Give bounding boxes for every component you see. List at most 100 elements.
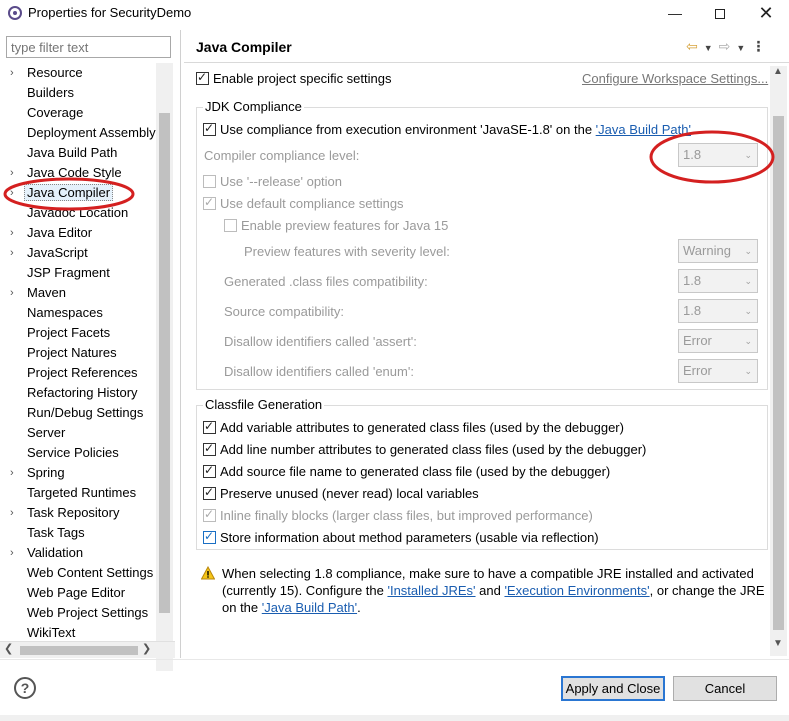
- tree-item-label: Java Code Style: [27, 165, 122, 180]
- tree-item[interactable]: Server: [0, 423, 156, 443]
- tree-item[interactable]: Web Content Settings: [0, 563, 156, 583]
- scroll-down-arrow-icon[interactable]: ▼: [773, 638, 783, 649]
- source-compat-select[interactable]: 1.8 ⌄: [678, 299, 758, 323]
- checkbox-icon[interactable]: [203, 419, 216, 434]
- checkbox-icon[interactable]: [203, 529, 216, 544]
- tree-item[interactable]: JSP Fragment: [0, 263, 156, 283]
- close-button[interactable]: ✕: [743, 0, 789, 26]
- checkbox-icon[interactable]: [196, 70, 209, 85]
- back-arrow-icon[interactable]: ⇦: [686, 38, 698, 55]
- tree-item[interactable]: Builders: [0, 83, 156, 103]
- release-option-checkbox[interactable]: Use '--release' option: [203, 174, 342, 189]
- apply-and-close-button[interactable]: Apply and Close: [561, 676, 665, 701]
- compliance-level-select[interactable]: 1.8 ⌄: [678, 143, 758, 167]
- java-build-path-link[interactable]: 'Java Build Path': [596, 122, 691, 137]
- left-panel: › Resource Builders Coverage Deployment Asse…: [0, 30, 175, 671]
- tree-item-label: Builders: [27, 85, 74, 100]
- forward-arrow-icon[interactable]: ⇨: [719, 38, 731, 55]
- checkbox-icon[interactable]: [203, 507, 216, 522]
- chevron-right-icon[interactable]: ›: [10, 183, 14, 203]
- tree-item[interactable]: Web Page Editor: [0, 583, 156, 603]
- class-compat-select[interactable]: 1.8 ⌄: [678, 269, 758, 293]
- tree-item[interactable]: › Maven: [0, 283, 156, 303]
- scroll-left-arrow-icon[interactable]: ❮: [4, 642, 13, 655]
- variable-attributes-checkbox[interactable]: Add variable attributes to generated cla…: [203, 419, 624, 435]
- tree-item[interactable]: Web Project Settings: [0, 603, 156, 623]
- use-compliance-checkbox[interactable]: Use compliance from execution environmen…: [203, 121, 691, 137]
- scroll-thumb[interactable]: [773, 116, 784, 630]
- checkbox-icon[interactable]: [224, 219, 237, 232]
- preview-severity-select[interactable]: Warning ⌄: [678, 239, 758, 263]
- execution-environments-link[interactable]: 'Execution Environments': [504, 583, 649, 598]
- filter-input[interactable]: [6, 36, 171, 58]
- tree-item[interactable]: › Java Code Style: [0, 163, 156, 183]
- tree-item[interactable]: › Validation: [0, 543, 156, 563]
- checkbox-icon[interactable]: [203, 195, 216, 210]
- page-navigation: ⇦ ▼ ⇨ ▼ ⋮: [686, 38, 771, 55]
- java-build-path-link[interactable]: 'Java Build Path': [262, 600, 357, 615]
- chevron-right-icon[interactable]: ›: [10, 163, 14, 183]
- tree-item[interactable]: Namespaces: [0, 303, 156, 323]
- forward-dropdown-icon[interactable]: ▼: [736, 43, 745, 53]
- preserve-unused-checkbox[interactable]: Preserve unused (never read) local varia…: [203, 485, 479, 501]
- configure-workspace-link[interactable]: Configure Workspace Settings...: [582, 71, 768, 86]
- scroll-thumb[interactable]: [159, 113, 170, 613]
- chevron-right-icon[interactable]: ›: [10, 223, 14, 243]
- use-default-compliance-checkbox[interactable]: Use default compliance settings: [203, 195, 404, 211]
- maximize-button[interactable]: [697, 0, 743, 26]
- tree-item[interactable]: › Java Compiler: [0, 183, 156, 203]
- panel-sash[interactable]: [180, 30, 181, 658]
- tree-item[interactable]: WikiText: [0, 623, 156, 643]
- checkbox-icon[interactable]: [203, 441, 216, 456]
- chevron-right-icon[interactable]: ›: [10, 503, 14, 523]
- method-parameters-checkbox[interactable]: Store information about method parameter…: [203, 529, 599, 545]
- chevron-right-icon[interactable]: ›: [10, 63, 14, 83]
- chevron-right-icon[interactable]: ›: [10, 463, 14, 483]
- view-menu-icon[interactable]: ⋮: [751, 38, 765, 55]
- tree-item[interactable]: Java Build Path: [0, 143, 156, 163]
- maximize-icon: [715, 9, 725, 20]
- checkbox-icon[interactable]: [203, 463, 216, 478]
- tree-item[interactable]: › Java Editor: [0, 223, 156, 243]
- enable-project-specific-checkbox[interactable]: Enable project specific settings: [196, 70, 391, 86]
- line-number-attributes-checkbox[interactable]: Add line number attributes to generated …: [203, 441, 646, 457]
- tree-item[interactable]: › Resource: [0, 63, 156, 83]
- page-vertical-scrollbar[interactable]: ▲ ▼: [770, 66, 787, 656]
- minimize-button[interactable]: —: [652, 0, 698, 26]
- assert-identifiers-select[interactable]: Error ⌄: [678, 329, 758, 353]
- help-icon[interactable]: ?: [14, 677, 36, 699]
- back-dropdown-icon[interactable]: ▼: [704, 43, 713, 53]
- source-file-name-checkbox[interactable]: Add source file name to generated class …: [203, 463, 610, 479]
- checkbox-icon[interactable]: [203, 121, 216, 136]
- enable-preview-checkbox[interactable]: Enable preview features for Java 15: [224, 218, 448, 233]
- tree-item[interactable]: › Task Repository: [0, 503, 156, 523]
- scroll-up-arrow-icon[interactable]: ▲: [773, 66, 783, 77]
- tree-item[interactable]: Task Tags: [0, 523, 156, 543]
- tree-item[interactable]: Project References: [0, 363, 156, 383]
- enum-identifiers-select[interactable]: Error ⌄: [678, 359, 758, 383]
- tree-vertical-scrollbar[interactable]: [156, 63, 173, 671]
- tree-item[interactable]: Project Natures: [0, 343, 156, 363]
- chevron-right-icon[interactable]: ›: [10, 543, 14, 563]
- chevron-down-icon: ⌄: [744, 366, 752, 376]
- scroll-right-arrow-icon[interactable]: ❯: [142, 642, 151, 655]
- tree-item[interactable]: Deployment Assembly: [0, 123, 156, 143]
- tree-horizontal-scrollbar[interactable]: ❮ ❯: [0, 641, 175, 658]
- installed-jres-link[interactable]: 'Installed JREs': [387, 583, 475, 598]
- tree-item[interactable]: Service Policies: [0, 443, 156, 463]
- chevron-right-icon[interactable]: ›: [10, 283, 14, 303]
- tree-item[interactable]: Run/Debug Settings: [0, 403, 156, 423]
- inline-finally-checkbox[interactable]: Inline finally blocks (larger class file…: [203, 507, 593, 523]
- chevron-right-icon[interactable]: ›: [10, 243, 14, 263]
- tree-item[interactable]: Project Facets: [0, 323, 156, 343]
- checkbox-icon[interactable]: [203, 175, 216, 188]
- tree-item[interactable]: Targeted Runtimes: [0, 483, 156, 503]
- tree-item[interactable]: Refactoring History: [0, 383, 156, 403]
- tree-item[interactable]: › Spring: [0, 463, 156, 483]
- cancel-button[interactable]: Cancel: [673, 676, 777, 701]
- tree-item[interactable]: Coverage: [0, 103, 156, 123]
- checkbox-icon[interactable]: [203, 485, 216, 500]
- tree-item[interactable]: › JavaScript: [0, 243, 156, 263]
- scroll-thumb[interactable]: [20, 646, 138, 655]
- tree-item[interactable]: Javadoc Location: [0, 203, 156, 223]
